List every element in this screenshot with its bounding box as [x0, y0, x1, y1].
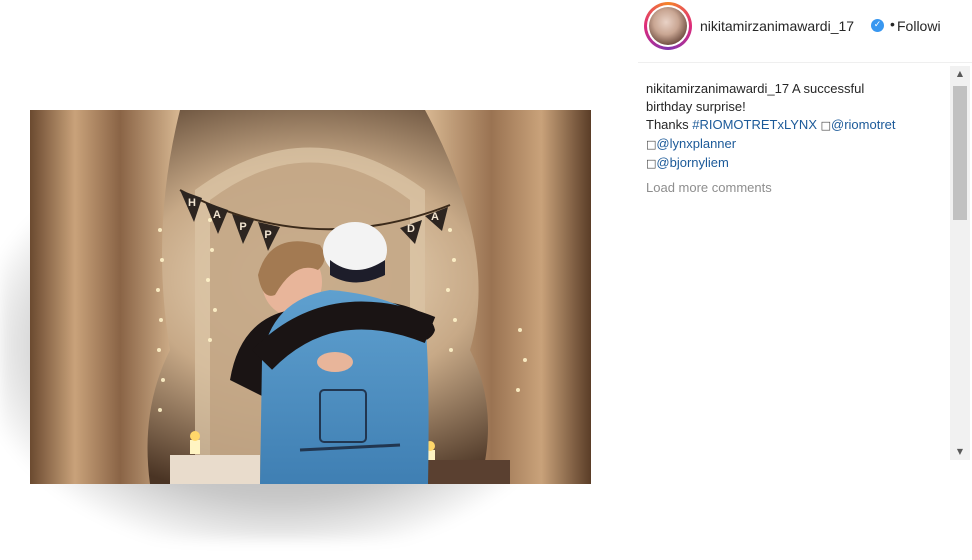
post-side-panel: nikitamirzanimawardi_17 ✓ • Followi niki… [638, 0, 972, 460]
emoji-placeholder-icon: □ [646, 138, 657, 151]
avatar[interactable] [644, 2, 692, 50]
scroll-down-arrow-icon[interactable]: ▼ [950, 444, 970, 460]
emoji-placeholder-icon: □ [646, 157, 657, 170]
comments-scrollbar[interactable]: ▲ ▼ [950, 66, 970, 460]
scroll-up-arrow-icon[interactable]: ▲ [950, 66, 970, 82]
post-header: nikitamirzanimawardi_17 ✓ • Followi [638, 0, 972, 63]
banner-letter: P [264, 229, 271, 241]
banner-letter: A [431, 211, 439, 223]
avatar-frame [647, 5, 689, 47]
scrollbar-thumb[interactable] [953, 86, 967, 220]
hashtag-link[interactable]: #RIOMOTRETxLYNX [692, 117, 817, 132]
load-more-comments-link[interactable]: Load more comments [646, 180, 772, 195]
caption-text-line1: A successful [791, 81, 865, 96]
avatar-image [649, 7, 687, 45]
follow-button[interactable]: Followi [897, 18, 941, 34]
mention-lynxplanner-link[interactable]: @lynxplanner [656, 136, 736, 151]
banner-letter: H [188, 197, 196, 209]
caption-username-link[interactable]: nikitamirzanimawardi_17 [646, 81, 789, 96]
header-separator: • [890, 16, 895, 32]
emoji-placeholder-icon: □ [820, 119, 832, 132]
caption-text-line2: birthday surprise! [646, 99, 746, 114]
post-photo[interactable]: H A P P D A [30, 110, 591, 484]
header-username-link[interactable]: nikitamirzanimawardi_17 [700, 18, 854, 34]
banner-letter: A [213, 209, 221, 221]
banner-letter: P [239, 221, 246, 233]
caption-thanks: Thanks [646, 117, 689, 132]
mention-riomotret-link[interactable]: @riomotret [831, 117, 896, 132]
verified-badge-icon: ✓ [871, 19, 884, 32]
banner-letter: D [407, 223, 415, 235]
mention-bjornyliem-link[interactable]: @bjornyliem [656, 155, 728, 170]
caption-block: nikitamirzanimawardi_17 A successful bir… [646, 80, 946, 173]
